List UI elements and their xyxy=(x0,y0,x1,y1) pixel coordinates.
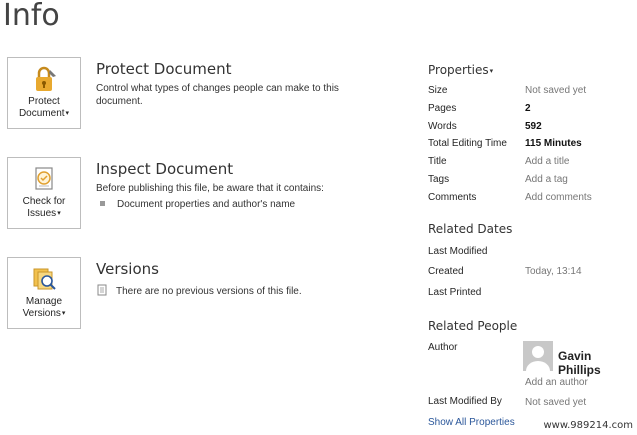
last-modified-by-value: Not saved yet xyxy=(525,397,587,408)
versions-button-line1: Manage xyxy=(25,296,63,307)
property-value-tags-input[interactable]: Add a tag xyxy=(525,174,568,185)
protect-description: Control what types of changes people can… xyxy=(96,82,339,108)
manage-versions-icon xyxy=(33,268,56,290)
protect-heading: Protect Document xyxy=(96,60,232,78)
property-label-words: Words xyxy=(428,121,457,132)
related-dates-heading: Related Dates xyxy=(428,222,513,236)
related-people-heading: Related People xyxy=(428,319,518,333)
property-value-title-input[interactable]: Add a title xyxy=(525,156,569,167)
protect-button-line1: Protect xyxy=(28,96,60,107)
properties-dropdown[interactable]: Properties▾ xyxy=(428,63,493,77)
property-value-size: Not saved yet xyxy=(525,85,587,96)
property-label-editing-time: Total Editing Time xyxy=(428,138,507,149)
document-icon xyxy=(97,284,107,296)
property-value-pages: 2 xyxy=(525,103,531,114)
chevron-down-icon: ▾ xyxy=(65,110,70,117)
chevron-down-icon: ▾ xyxy=(57,210,61,217)
inspect-bullet-item: Document properties and author's name xyxy=(96,198,295,211)
protect-document-button[interactable]: Protect Document▾ xyxy=(7,57,81,129)
last-printed-label: Last Printed xyxy=(428,287,482,298)
avatar[interactable] xyxy=(523,341,553,371)
add-author-input[interactable]: Add an author xyxy=(525,377,588,388)
manage-versions-button[interactable]: Manage Versions▾ xyxy=(7,257,81,329)
property-label-size: Size xyxy=(428,85,448,96)
property-value-words: 592 xyxy=(525,121,542,132)
versions-description-row: There are no previous versions of this f… xyxy=(96,284,302,298)
protect-desc-line1: Control what types of changes people can… xyxy=(96,83,339,94)
chevron-down-icon: ▾ xyxy=(489,67,494,75)
properties-heading: Properties xyxy=(428,63,489,77)
show-all-properties-link[interactable]: Show All Properties xyxy=(428,417,515,428)
inspect-bullet-text: Document properties and author's name xyxy=(117,199,296,210)
inspect-description: Before publishing this file, be aware th… xyxy=(96,183,324,194)
watermark: www.989214.com xyxy=(543,420,633,431)
check-button-line1: Check for xyxy=(22,196,66,207)
bullet-icon xyxy=(100,201,105,206)
last-modified-by-label: Last Modified By xyxy=(428,396,502,407)
property-value-editing-time: 115 Minutes xyxy=(525,138,582,149)
person-icon xyxy=(526,346,550,371)
created-label: Created xyxy=(428,266,464,277)
versions-heading: Versions xyxy=(96,260,159,278)
check-button-line2: Issues xyxy=(27,208,57,219)
property-label-comments: Comments xyxy=(428,192,477,203)
author-label: Author xyxy=(428,342,458,353)
chevron-down-icon: ▾ xyxy=(61,310,66,317)
property-label-tags: Tags xyxy=(428,174,450,185)
property-label-pages: Pages xyxy=(428,103,457,114)
property-label-title: Title xyxy=(428,156,447,167)
property-value-comments-input[interactable]: Add comments xyxy=(525,192,592,203)
check-for-issues-button[interactable]: Check for Issues▾ xyxy=(7,157,81,229)
last-modified-label: Last Modified xyxy=(428,246,488,257)
page-title: Info xyxy=(3,0,60,33)
protect-button-line2: Document xyxy=(18,108,65,119)
inspect-heading: Inspect Document xyxy=(96,160,234,178)
inspect-document-icon xyxy=(35,167,53,190)
lock-icon xyxy=(36,66,56,91)
versions-description: There are no previous versions of this f… xyxy=(116,286,302,297)
versions-button-line2: Versions xyxy=(22,308,61,319)
created-value: Today, 13:14 xyxy=(525,266,582,277)
protect-desc-line2: document. xyxy=(96,96,143,107)
author-name[interactable]: Gavin Phillips xyxy=(558,349,637,377)
